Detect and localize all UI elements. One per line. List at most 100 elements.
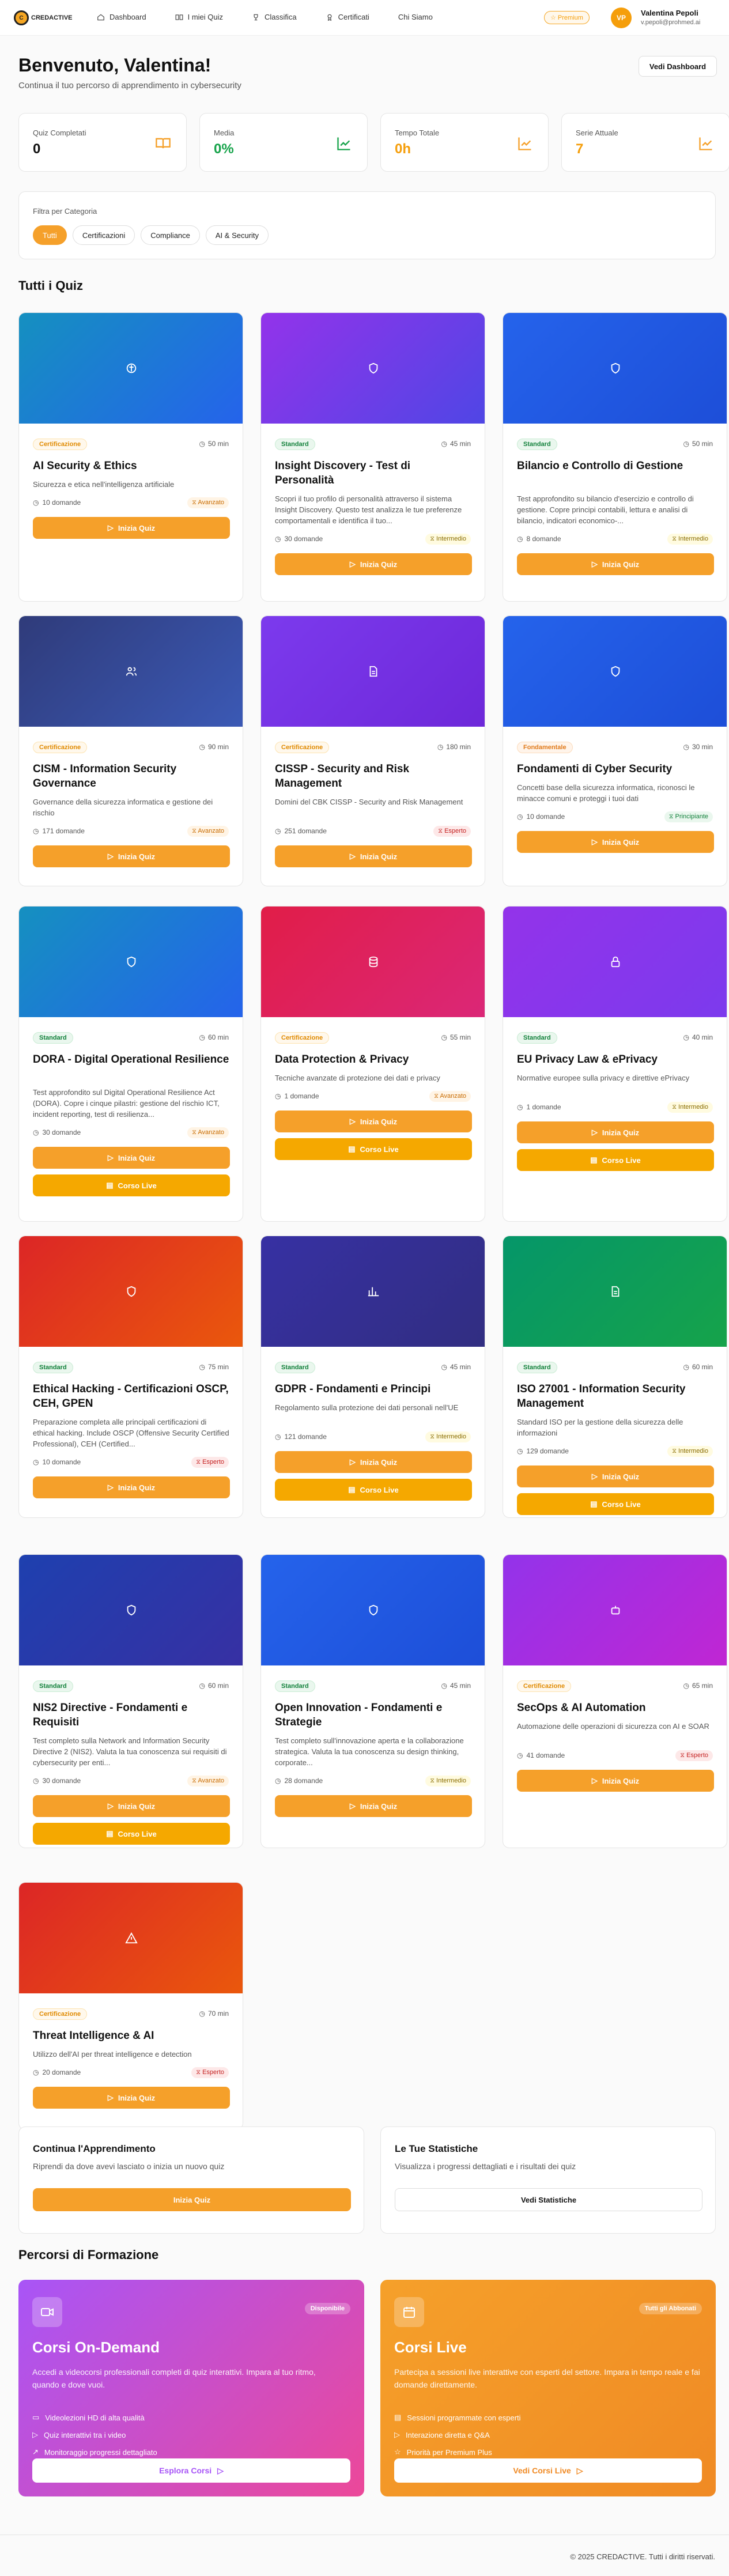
start-quiz-button[interactable]: ▷ Inizia Quiz xyxy=(275,553,472,575)
calendar-icon: ▤ xyxy=(348,1485,356,1494)
start-quiz-button[interactable]: ▷ Inizia Quiz xyxy=(275,1795,472,1817)
card-title: Le Tue Statistiche xyxy=(395,2143,478,2154)
quiz-title: GDPR - Fondamenti e Principi xyxy=(275,1383,431,1395)
quiz-card[interactable]: Standard ◷ 40 min EU Privacy Law & ePrivacy… xyxy=(503,906,727,1222)
explore-courses-button[interactable]: Esplora Corsi ▷ xyxy=(32,2458,350,2483)
avatar[interactable]: VP xyxy=(611,7,632,28)
quiz-card[interactable]: Certificazione ◷ 70 min Threat Intelligence… xyxy=(18,1882,243,2130)
nav-link-dashboard[interactable]: Dashboard xyxy=(97,13,146,21)
play-icon: ▷ xyxy=(394,2430,400,2439)
chip-certifications[interactable]: Certificazioni xyxy=(72,225,135,245)
live-course-button[interactable]: ▤ Corso Live xyxy=(517,1493,714,1515)
nav-link-about[interactable]: Chi Siamo xyxy=(398,13,433,21)
quiz-card[interactable]: Certificazione ◷ 180 min CISSP - Security a… xyxy=(260,615,485,886)
duration: ◷ 45 min xyxy=(441,1682,471,1690)
quiz-title: CISSP - Security and Risk Management xyxy=(275,763,410,790)
live-course-button[interactable]: ▤ Corso Live xyxy=(275,1479,472,1501)
clock-icon: ◷ xyxy=(441,1363,447,1371)
nav-link-certificates[interactable]: Certificati xyxy=(326,13,369,21)
level-icon: ⧖ xyxy=(668,813,675,820)
stat-label: Quiz Completati xyxy=(33,129,86,137)
start-quiz-button[interactable]: Inizia Quiz xyxy=(33,2188,351,2211)
quiz-card[interactable]: Standard ◷ 50 min Bilancio e Controllo di G… xyxy=(503,312,727,602)
category-badge: Fondamentale xyxy=(517,742,573,753)
start-quiz-button[interactable]: ▷ Inizia Quiz xyxy=(517,1770,714,1792)
nav-link-my-quizzes[interactable]: I miei Quiz xyxy=(175,13,223,21)
quiz-title: Bilancio e Controllo di Gestione xyxy=(517,460,683,472)
live-course-button[interactable]: ▤ Corso Live xyxy=(275,1138,472,1160)
live-course-button[interactable]: ▤ Corso Live xyxy=(517,1149,714,1171)
start-quiz-button[interactable]: ▷ Inizia Quiz xyxy=(33,1476,230,1498)
quiz-card[interactable]: Standard ◷ 60 min NIS2 Directive - Fondamen… xyxy=(18,1554,243,1848)
clock-icon: ◷ xyxy=(275,535,281,543)
shield-icon xyxy=(369,1604,378,1616)
quiz-card[interactable]: Standard ◷ 60 min ISO 27001 - Information S… xyxy=(503,1236,727,1518)
quiz-card[interactable]: Standard ◷ 45 min Insight Discovery - Test … xyxy=(260,312,485,602)
start-quiz-button[interactable]: ▷ Inizia Quiz xyxy=(33,2087,230,2109)
duration: ◷ 75 min xyxy=(199,1363,229,1371)
view-stats-button[interactable]: Vedi Statistiche xyxy=(395,2188,702,2211)
quiz-banner xyxy=(19,313,243,424)
quiz-card[interactable]: Standard ◷ 45 min Open Innovation - Fondame… xyxy=(260,1554,485,1848)
start-quiz-button[interactable]: ▷ Inizia Quiz xyxy=(517,831,714,853)
start-quiz-button[interactable]: ▷ Inizia Quiz xyxy=(33,1795,230,1817)
category-badge: Certificazione xyxy=(275,1032,330,1044)
view-live-courses-button[interactable]: Vedi Corsi Live ▷ xyxy=(394,2458,702,2483)
logo[interactable]: C CREDACTIVE xyxy=(14,9,73,27)
live-course-button[interactable]: ▤ Corso Live xyxy=(33,1174,230,1196)
quiz-card[interactable]: Certificazione ◷ 65 min SecOps & AI Automat… xyxy=(503,1554,727,1848)
book-icon xyxy=(156,138,171,149)
duration: ◷ 70 min xyxy=(199,2010,229,2018)
premium-badge[interactable]: ☆ Premium xyxy=(544,11,590,24)
start-quiz-button[interactable]: ▷ Inizia Quiz xyxy=(275,845,472,867)
question-count: ◷ 28 domande xyxy=(275,1777,323,1785)
quiz-description: Regolamento sulla protezione dei dati pe… xyxy=(275,1403,459,1412)
level-badge: ⧖ Avanzato xyxy=(187,1127,229,1138)
doc-icon xyxy=(611,1286,620,1297)
play-icon: ▷ xyxy=(349,1117,356,1125)
nav-link-leaderboard[interactable]: Classifica xyxy=(252,13,297,21)
clock-icon: ◷ xyxy=(517,1103,523,1111)
calendar-icon: ▤ xyxy=(590,1155,598,1164)
quiz-banner xyxy=(19,616,243,727)
duration: ◷ 90 min xyxy=(199,743,229,751)
quiz-card[interactable]: Fondamentale ◷ 30 min Fondamenti di Cyber S… xyxy=(503,615,727,886)
start-quiz-button[interactable]: ▷ Inizia Quiz xyxy=(275,1111,472,1132)
view-dashboard-button[interactable]: Vedi Dashboard xyxy=(639,56,717,77)
start-quiz-button[interactable]: ▷ Inizia Quiz xyxy=(517,553,714,575)
quiz-card[interactable]: Certificazione ◷ 50 min AI Security & Ethic… xyxy=(18,312,243,602)
duration: ◷ 45 min xyxy=(441,440,471,448)
start-quiz-button[interactable]: ▷ Inizia Quiz xyxy=(517,1121,714,1143)
quiz-description: Normative europee sulla privacy e dirett… xyxy=(517,1074,690,1082)
quiz-banner xyxy=(19,1555,243,1665)
quiz-title: AI Security & Ethics xyxy=(33,460,137,472)
video-icon: ▭ xyxy=(32,2413,40,2422)
stat-card-total-time: Tempo Totale 0h xyxy=(380,113,549,172)
level-icon: ⧖ xyxy=(680,1752,687,1759)
quiz-card[interactable]: Standard ◷ 45 min GDPR - Fondamenti e Princ… xyxy=(260,1236,485,1518)
start-quiz-button[interactable]: ▷ Inizia Quiz xyxy=(517,1465,714,1487)
chip-ai-security[interactable]: AI & Security xyxy=(205,225,269,245)
start-quiz-button[interactable]: ▷ Inizia Quiz xyxy=(33,845,230,867)
shield-icon xyxy=(127,956,136,968)
quiz-banner xyxy=(261,1555,485,1665)
chip-all[interactable]: Tutti xyxy=(33,225,67,245)
start-quiz-button[interactable]: ▷ Inizia Quiz xyxy=(275,1451,472,1473)
quiz-card[interactable]: Standard ◷ 60 min DORA - Digital Operationa… xyxy=(18,906,243,1222)
chart-icon xyxy=(337,137,350,150)
live-course-button[interactable]: ▤ Corso Live xyxy=(33,1823,230,1845)
stat-label: Media xyxy=(214,129,235,137)
quiz-card[interactable]: Certificazione ◷ 90 min CISM - Information … xyxy=(18,615,243,886)
user-name: Valentina Pepoli xyxy=(641,9,698,17)
quiz-card[interactable]: Standard ◷ 75 min Ethical Hacking - Certifi… xyxy=(18,1236,243,1518)
shield-icon xyxy=(611,666,620,677)
quiz-card[interactable]: Certificazione ◷ 55 min Data Protection & P… xyxy=(260,906,485,1222)
feature-item: ▭ Videolezioni HD di alta qualità xyxy=(32,2413,145,2422)
play-icon: ▷ xyxy=(349,1801,356,1810)
feature-item: ▷ Interazione diretta e Q&A xyxy=(394,2430,490,2439)
category-badge: Certificazione xyxy=(33,2008,88,2020)
chip-compliance[interactable]: Compliance xyxy=(141,225,200,245)
level-icon: ⧖ xyxy=(672,1448,679,1455)
start-quiz-button[interactable]: ▷ Inizia Quiz xyxy=(33,517,230,539)
start-quiz-button[interactable]: ▷ Inizia Quiz xyxy=(33,1147,230,1169)
